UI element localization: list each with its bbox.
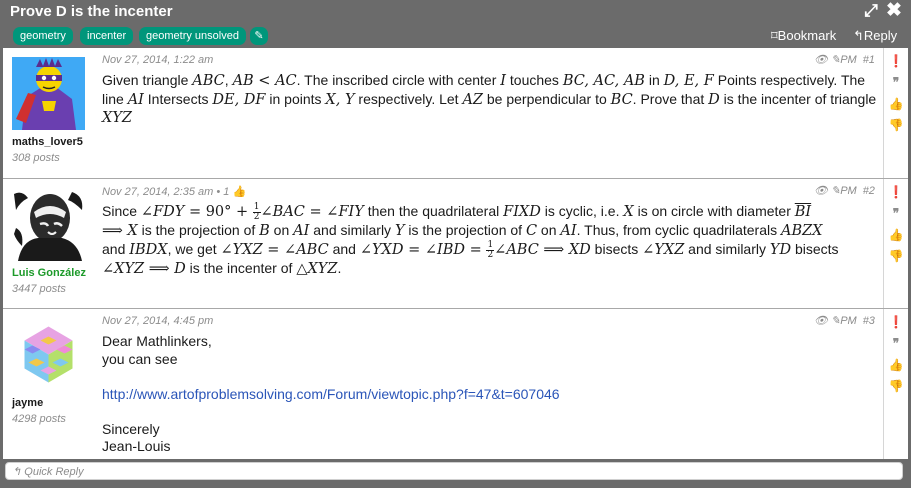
post-body: Given triangle ABC, AB < AC. The inscrib… (102, 72, 877, 126)
post-body: Dear Mathlinkers, you can see http://www… (102, 333, 882, 456)
reply-label: Reply (863, 28, 898, 43)
thumbs-up-icon[interactable]: 👍 (888, 228, 904, 242)
thumbs-down-icon[interactable]: 👎 (888, 249, 904, 263)
author-name[interactable]: maths_lover5 (12, 136, 83, 148)
quick-reply-bar[interactable]: ↰ Quick Reply (5, 462, 903, 480)
post-number[interactable]: #1 (863, 54, 875, 66)
topic-window: Prove D is the incenter ⤢ ✖ geometry inc… (0, 0, 911, 488)
cube-pattern-avatar (12, 318, 85, 391)
post-tools: 👁 ✎PM #1 (814, 53, 878, 66)
title-bar: Prove D is the incenter ⤢ ✖ (0, 0, 911, 24)
post-number[interactable]: #3 (863, 315, 875, 327)
author-name[interactable]: Luis González (12, 267, 86, 279)
thumbs-up-icon: 👍 (232, 186, 247, 198)
report-icon[interactable]: ❗ (888, 185, 904, 199)
bookmark-label: Bookmark (777, 28, 837, 43)
thumbs-down-icon[interactable]: 👎 (888, 379, 904, 393)
cartoon-hero-avatar (12, 57, 85, 130)
quote-icon[interactable]: ❞ (888, 336, 904, 350)
signature-line: Jean-Louis (102, 438, 171, 454)
post-body: Since ∠FDY = 90° + 1 2 ∠BAC = ∠FIY then th… (102, 202, 839, 277)
tag-geometry-unsolved[interactable]: geometry unsolved (139, 27, 246, 45)
topic-link[interactable]: http://www.artofproblemsolving.com/Forum… (102, 386, 882, 404)
author-post-count: 4298 posts (12, 413, 66, 425)
eye-icon[interactable]: 👁 (814, 185, 828, 197)
reply-icon: ↰ (853, 28, 864, 43)
quote-icon[interactable]: ❞ (888, 75, 904, 89)
closing-line: Sincerely (102, 420, 160, 437)
pm-link[interactable]: ✎PM (831, 54, 860, 66)
report-icon[interactable]: ❗ (888, 54, 904, 68)
author-column: jayme 4298 posts (3, 309, 98, 459)
post-tools: 👁 ✎PM #2 (814, 184, 878, 197)
post-date: Nov 27, 2014, 1:22 am (102, 54, 214, 66)
post-number[interactable]: #2 (863, 185, 875, 197)
eye-icon[interactable]: 👁 (814, 315, 828, 327)
reply-icon: ↰ (12, 466, 25, 478)
author-column: Luis González 3447 posts (3, 179, 98, 308)
bookmark-button[interactable]: ⌑Bookmark (771, 28, 836, 44)
posts-list: maths_lover5 308 posts Nov 27, 2014, 1:2… (3, 48, 908, 459)
thumbs-up-icon[interactable]: 👍 (888, 358, 904, 372)
eye-icon[interactable]: 👁 (814, 54, 828, 66)
post-date-line: Nov 27, 2014, 2:35 am • 1 👍 (102, 185, 246, 198)
thumbs-down-icon[interactable]: 👎 (888, 118, 904, 132)
post-side-actions: ❗ ❞ 👍 👎 (883, 179, 908, 308)
post-3: jayme 4298 posts Nov 27, 2014, 4:45 pm 👁… (3, 309, 908, 459)
post-side-actions: ❗ ❞ 👍 👎 (883, 48, 908, 178)
post-side-actions: ❗ ❞ 👍 👎 (883, 309, 908, 459)
author-post-count: 3447 posts (12, 283, 66, 295)
bookmark-icon: ⌑ (771, 28, 778, 43)
close-icon[interactable]: ✖ (884, 1, 904, 21)
pencil-icon[interactable]: ✎ (250, 27, 268, 45)
expand-icon[interactable]: ⤢ (861, 1, 881, 21)
like-count: • 1 (216, 186, 230, 198)
see-line: you can see (102, 350, 178, 367)
author-name[interactable]: jayme (12, 397, 43, 409)
post-1: maths_lover5 308 posts Nov 27, 2014, 1:2… (3, 48, 908, 179)
post-date: Nov 27, 2014, 2:35 am (102, 186, 214, 198)
tag-incenter[interactable]: incenter (80, 27, 134, 45)
author-column: maths_lover5 308 posts (3, 48, 98, 178)
post-date: Nov 27, 2014, 4:45 pm (102, 315, 214, 327)
report-icon[interactable]: ❗ (888, 315, 904, 329)
bw-portrait-avatar (12, 188, 85, 261)
topic-title: Prove D is the incenter (10, 3, 173, 20)
tag-geometry[interactable]: geometry (13, 27, 73, 45)
pm-link[interactable]: ✎PM (831, 185, 860, 197)
post-2: Luis González 3447 posts Nov 27, 2014, 2… (3, 179, 908, 309)
reply-button[interactable]: ↰Reply (853, 28, 897, 44)
author-post-count: 308 posts (12, 152, 60, 164)
greeting-line: Dear Mathlinkers, (102, 333, 212, 349)
pm-link[interactable]: ✎PM (831, 315, 860, 327)
thumbs-up-icon[interactable]: 👍 (888, 97, 904, 111)
quote-icon[interactable]: ❞ (888, 206, 904, 220)
quick-reply-label: ↰ Quick Reply (12, 466, 84, 478)
post-tools: 👁 ✎PM #3 (814, 314, 878, 327)
